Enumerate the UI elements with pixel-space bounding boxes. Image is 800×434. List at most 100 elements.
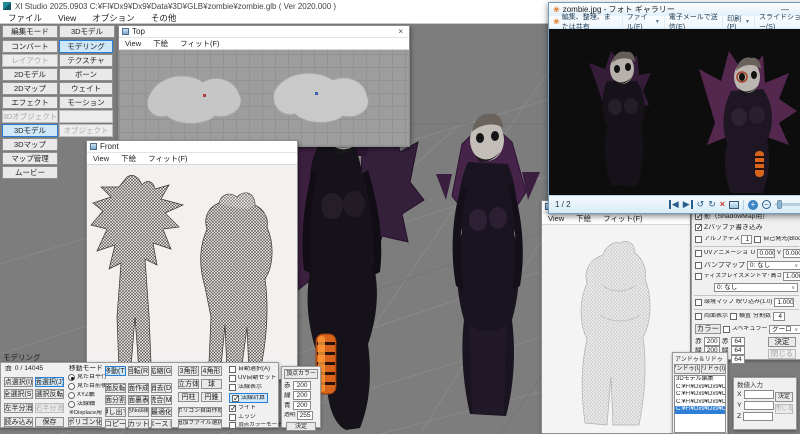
double-sided-checkbox[interactable]: [695, 313, 702, 320]
env-reflect-field[interactable]: 1.000: [774, 298, 794, 307]
edge-option[interactable]: エッジ: [229, 414, 256, 421]
z-input[interactable]: [743, 412, 773, 421]
sidebar-item-3d-map[interactable]: 3Dマップ: [2, 138, 58, 151]
displacement-height-field[interactable]: 1.000: [783, 272, 800, 281]
gallery-file-menu[interactable]: ファイル(F)▼: [623, 16, 665, 28]
editnav-item-object[interactable]: オブジェクト: [59, 124, 113, 137]
quad-button[interactable]: 4角形: [201, 366, 222, 376]
checkbox-icon[interactable]: [229, 414, 236, 421]
polygonize-button[interactable]: ポリゴン化: [68, 417, 102, 427]
menu-options[interactable]: オプション: [84, 12, 143, 24]
optimize-button[interactable]: 最適化: [151, 407, 172, 417]
gallery-email-button[interactable]: 電子メールで送信(E): [665, 16, 723, 28]
zoom-slider[interactable]: [775, 203, 800, 206]
specular-checkbox[interactable]: [723, 326, 730, 333]
radio-icon[interactable]: [68, 374, 75, 381]
merge-button[interactable]: 統合(M): [151, 395, 172, 405]
vc-g-field[interactable]: 200: [293, 391, 311, 400]
sidebar-item-2d-model[interactable]: 2Dモデル: [2, 68, 58, 81]
cylinder-button[interactable]: 円柱: [178, 392, 199, 402]
save-button[interactable]: 保存: [35, 417, 64, 427]
gallery-organize-button[interactable]: ❀編集、整理、または共有: [549, 16, 623, 28]
select-all-button[interactable]: 全選択(S): [4, 389, 33, 399]
top-view-canvas[interactable]: [119, 50, 409, 146]
sidebar-item-convert[interactable]: コンバート: [2, 40, 58, 53]
zoom-out-icon[interactable]: −: [762, 200, 771, 209]
menu-underlay[interactable]: 下絵: [147, 38, 174, 49]
move-tool-button[interactable]: 移動(T): [105, 366, 126, 376]
menu-file[interactable]: ファイル: [0, 12, 50, 24]
menu-view[interactable]: View: [542, 214, 570, 223]
editnav-item-weight[interactable]: ウェイト: [59, 82, 113, 95]
zoom-slider-knob[interactable]: [777, 200, 782, 209]
sidebar-item-movie[interactable]: ムービー: [2, 166, 58, 179]
front-view-canvas[interactable]: [87, 165, 297, 379]
bump-select[interactable]: 0: なし∨: [747, 261, 800, 270]
menu-view[interactable]: View: [50, 13, 84, 23]
editnav-item-modeling[interactable]: モデリング: [59, 40, 113, 53]
material-ok-button[interactable]: 決定: [768, 337, 796, 347]
diffuse-r-field[interactable]: 200: [704, 337, 720, 346]
move-mode-option[interactable]: 見た目前後: [68, 383, 107, 390]
radio-icon[interactable]: [68, 401, 75, 408]
redo-button[interactable]: リドゥ(I): [701, 364, 727, 374]
editnav-item-empty[interactable]: [59, 110, 113, 123]
env-map-checkbox[interactable]: [695, 299, 702, 306]
tab-3d-model[interactable]: 3Dモデル: [59, 25, 115, 38]
back-view-canvas[interactable]: [542, 225, 690, 433]
y-input[interactable]: [744, 401, 774, 410]
cone-button[interactable]: 円錐: [201, 392, 222, 402]
divisions-field[interactable]: 4: [773, 312, 785, 321]
menu-fit[interactable]: フィット(F): [597, 213, 648, 224]
copy-button[interactable]: コピー: [105, 419, 126, 429]
checkbox-icon[interactable]: [229, 366, 236, 373]
menu-underlay[interactable]: 下絵: [115, 153, 142, 164]
gallery-photo[interactable]: [549, 29, 800, 195]
front-view-title-bar[interactable]: Front: [87, 141, 297, 153]
checkbox-icon[interactable]: [229, 405, 236, 412]
auto-select-option[interactable]: 自動選択(A): [229, 366, 270, 373]
paste-button[interactable]: ペースト: [151, 419, 172, 429]
cut-button[interactable]: カット: [128, 419, 149, 429]
shading-select[interactable]: グーロー∨: [769, 325, 800, 334]
checkbox-icon[interactable]: [229, 375, 236, 382]
alpha-test-field[interactable]: 1: [741, 235, 752, 244]
menu-view[interactable]: View: [119, 39, 147, 48]
face-sides-button[interactable]: 面裏表: [128, 395, 149, 405]
light-option[interactable]: ライト: [229, 405, 256, 412]
gallery-slideshow-button[interactable]: スライドショー(S): [755, 16, 800, 28]
pan-icon[interactable]: +: [748, 200, 758, 210]
split-face-button[interactable]: 面分割: [105, 395, 126, 405]
editnav-item-bone[interactable]: ボーン: [59, 68, 113, 81]
numeric-close-button[interactable]: 閉じる: [775, 404, 793, 414]
sidebar-item-map-manage[interactable]: マップ管理: [2, 152, 58, 165]
bump-checkbox[interactable]: [695, 262, 702, 269]
delete-button[interactable]: 消去(D): [151, 383, 172, 393]
undo-history-list[interactable]: 3Dモデル編集 C:¥FI¥Dx9¥Dx9¥Data¥3D C:¥FI¥Dx9¥…: [674, 375, 726, 433]
color-button[interactable]: カラー: [695, 324, 721, 334]
load-button[interactable]: 読み込み: [4, 417, 33, 427]
move-mode-option[interactable]: 法線軸: [68, 401, 95, 408]
x-input[interactable]: [744, 390, 774, 399]
flip-face-button[interactable]: 面反転: [105, 383, 126, 393]
rotate-tool-button[interactable]: 回転(R): [128, 366, 149, 376]
radio-icon[interactable]: [68, 392, 75, 399]
displacement-select[interactable]: 0: なし∨: [714, 283, 798, 292]
cube-button[interactable]: 立方体: [178, 379, 199, 389]
secondary-b-field[interactable]: 64: [731, 355, 745, 364]
slideshow-icon[interactable]: [729, 201, 739, 209]
previous-icon[interactable]: ◀: [669, 200, 679, 209]
scale-tool-button[interactable]: 拡縮(G): [151, 366, 172, 376]
gallery-print-menu[interactable]: 印刷(P)▼: [723, 16, 755, 28]
undo-button[interactable]: アンドゥ(U): [674, 364, 700, 374]
normal-calc-option[interactable]: 法線計算: [229, 393, 268, 403]
tab-edit-mode[interactable]: 編集モード: [2, 25, 58, 38]
checkbox-icon[interactable]: [229, 384, 236, 391]
move-mode-option[interactable]: 見た目平行: [68, 374, 107, 381]
top-view-title-bar[interactable]: Top ×: [119, 26, 409, 38]
shadow-checkbox[interactable]: [695, 213, 702, 220]
bloom-checkbox[interactable]: [754, 236, 761, 243]
uv-auto-option[interactable]: UV自動セット: [229, 375, 276, 382]
checkbox-icon[interactable]: [232, 395, 239, 402]
numeric-ok-button[interactable]: 決定: [775, 392, 793, 402]
